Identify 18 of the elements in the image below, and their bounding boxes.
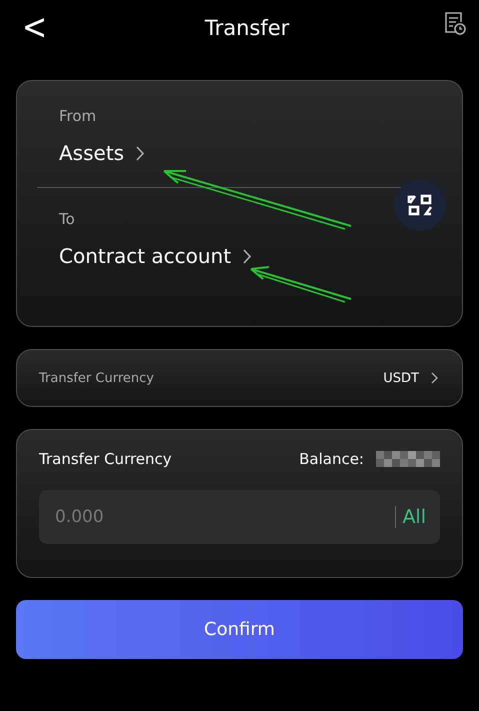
swap-button[interactable] bbox=[394, 179, 446, 231]
currency-selector[interactable]: Transfer Currency USDT bbox=[16, 349, 463, 407]
chevron-right-icon bbox=[243, 248, 252, 264]
chevron-right-icon bbox=[431, 372, 438, 384]
from-account-selector[interactable]: Assets bbox=[59, 141, 146, 165]
amount-field[interactable]: 0.000 All bbox=[39, 490, 440, 544]
amount-label: Transfer Currency bbox=[39, 450, 173, 468]
to-label: To bbox=[59, 210, 76, 228]
confirm-button[interactable]: Confirm bbox=[16, 600, 463, 659]
page-title: Transfer bbox=[204, 16, 290, 40]
balance-label: Balance: bbox=[299, 450, 364, 468]
back-button[interactable]: < bbox=[18, 10, 52, 46]
to-account-selector[interactable]: Contract account bbox=[59, 244, 252, 268]
pixelated-mask bbox=[376, 451, 440, 467]
chevron-right-icon bbox=[136, 146, 146, 160]
all-button[interactable]: All bbox=[402, 506, 426, 528]
from-label: From bbox=[59, 107, 98, 125]
history-icon[interactable] bbox=[443, 11, 467, 37]
